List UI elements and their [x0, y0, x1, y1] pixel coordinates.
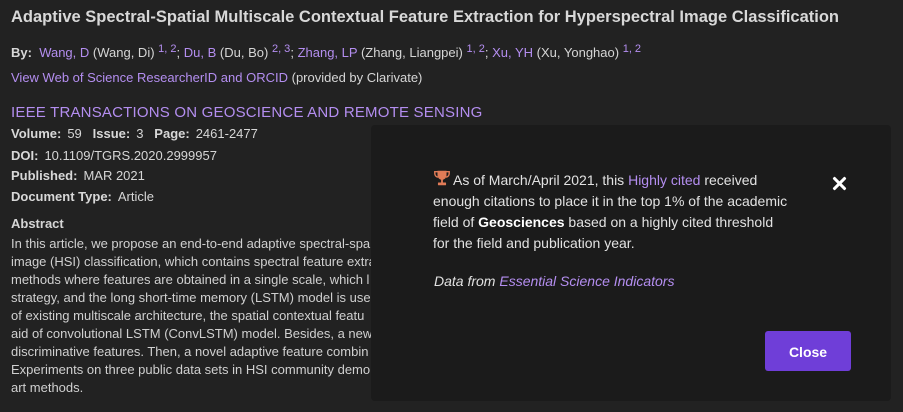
- doi-value: 10.1109/TGRS.2020.2999957: [44, 148, 217, 163]
- author-link[interactable]: Du, B: [184, 45, 217, 60]
- doctype-row: Document Type: Article: [11, 189, 154, 204]
- author-item: Du, B (Du, Bo) 2, 3;: [184, 43, 294, 60]
- author-link[interactable]: Xu, YH: [492, 45, 533, 60]
- doctype-value: Article: [117, 189, 155, 204]
- researcher-id-row: View Web of Science ResearcherID and ORC…: [11, 70, 422, 85]
- field-name: Geosciences: [478, 214, 565, 230]
- trophy-icon: [434, 170, 450, 186]
- author-link[interactable]: Zhang, LP: [298, 45, 358, 60]
- author-link[interactable]: Wang, D: [39, 45, 89, 60]
- volume-row: Volume: 59 Issue: 3 Page: 2461-2477: [11, 126, 258, 141]
- abstract-heading: Abstract: [11, 216, 64, 231]
- separator: ;: [290, 45, 294, 60]
- pages-value: 2461-2477: [195, 126, 258, 141]
- affiliation-sup[interactable]: 2, 3: [272, 43, 290, 55]
- issue-label: Issue:: [92, 126, 131, 141]
- doi-row: DOI: 10.1109/TGRS.2020.2999957: [11, 148, 217, 163]
- dialog-message: As of March/April 2021, this Highly cite…: [433, 169, 793, 254]
- journal-title[interactable]: IEEE TRANSACTIONS ON GEOSCIENCE AND REMO…: [11, 104, 482, 121]
- published-row: Published: MAR 2021: [11, 168, 145, 183]
- provider-note: (provided by Clarivate): [291, 70, 423, 85]
- page-label: Page:: [154, 126, 190, 141]
- separator: ;: [484, 45, 489, 60]
- author-item: Wang, D (Wang, Di) 1, 2;: [39, 43, 181, 60]
- highly-cited-link[interactable]: Highly cited: [628, 172, 700, 188]
- affiliation-sup[interactable]: 1, 2: [623, 43, 641, 55]
- separator: ;: [176, 45, 181, 60]
- published-value: MAR 2021: [83, 168, 145, 183]
- author-full-name: (Du, Bo): [219, 45, 269, 60]
- source-prefix: Data from: [434, 273, 500, 289]
- close-button[interactable]: Close: [765, 331, 851, 371]
- author-full-name: (Wang, Di): [92, 45, 155, 60]
- dialog-text: As of March/April 2021, this: [453, 172, 629, 188]
- author-full-name: (Zhang, Liangpei): [360, 45, 463, 60]
- volume-label: Volume:: [11, 126, 62, 141]
- doi-label: DOI:: [11, 148, 39, 163]
- researcher-id-link[interactable]: View Web of Science ResearcherID and ORC…: [11, 70, 288, 85]
- esi-link[interactable]: Essential Science Indicators: [499, 273, 674, 289]
- data-source: Data from Essential Science Indicators: [434, 273, 674, 289]
- published-label: Published:: [11, 168, 78, 183]
- issue-value: 3: [136, 126, 144, 141]
- author-list: By: Wang, D (Wang, Di) 1, 2; Du, B (Du, …: [11, 43, 641, 60]
- author-item: Xu, YH (Xu, Yonghao) 1, 2: [492, 43, 641, 60]
- highly-cited-dialog: As of March/April 2021, this Highly cite…: [371, 125, 891, 401]
- page-title: Adaptive Spectral-Spatial Multiscale Con…: [11, 8, 839, 26]
- author-full-name: (Xu, Yonghao): [536, 45, 620, 60]
- close-icon[interactable]: [829, 173, 851, 195]
- author-item: Zhang, LP (Zhang, Liangpei) 1, 2;: [298, 43, 489, 60]
- by-label: By:: [11, 45, 32, 60]
- affiliation-sup[interactable]: 1, 2: [158, 43, 176, 55]
- affiliation-sup[interactable]: 1, 2: [466, 43, 484, 55]
- doctype-label: Document Type:: [11, 189, 112, 204]
- volume-value: 59: [67, 126, 82, 141]
